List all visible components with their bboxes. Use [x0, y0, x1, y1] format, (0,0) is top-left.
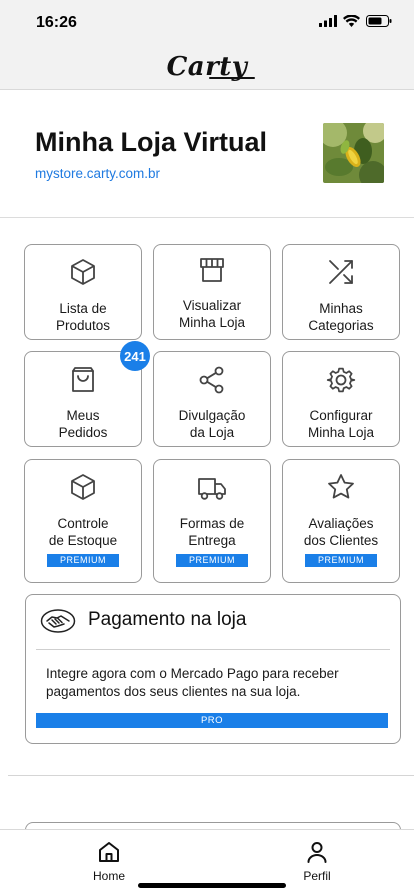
tile-label: Visualizar Minha Loja — [178, 298, 246, 330]
tile-view-store[interactable]: Visualizar Minha Loja — [153, 244, 271, 340]
tile-store-promotion[interactable]: Divulgação da Loja — [153, 351, 271, 447]
status-bar: 16:26 — [0, 0, 414, 44]
tab-profile[interactable]: Perfil — [287, 840, 347, 883]
tile-label: Controle de Estoque — [48, 516, 118, 548]
share-icon — [199, 366, 224, 394]
status-icons — [319, 15, 392, 27]
box-icon — [71, 474, 95, 500]
tile-stock-control[interactable]: Controle de Estoque PREMIUM — [24, 459, 142, 583]
app-logo: Carty — [167, 52, 256, 82]
tile-delivery-methods[interactable]: Formas de Entrega PREMIUM — [153, 459, 271, 583]
tile-customer-reviews[interactable]: Avaliações dos Clientes PREMIUM — [282, 459, 400, 583]
tile-label: Minhas Categorias — [308, 301, 374, 333]
tile-label: Avaliações dos Clientes — [303, 516, 379, 548]
logo-underline — [208, 76, 256, 79]
truck-icon — [198, 478, 226, 500]
store-url-link[interactable]: mystore.carty.com.br — [35, 166, 160, 181]
store-logo-image[interactable] — [323, 123, 384, 183]
home-icon — [99, 842, 119, 862]
store-summary: Minha Loja Virtual mystore.carty.com.br — [0, 90, 414, 218]
store-title: Minha Loja Virtual — [35, 127, 268, 157]
gear-icon — [326, 367, 356, 393]
tile-categories[interactable]: Minhas Categorias — [282, 244, 400, 340]
orders-count-badge: 241 — [120, 341, 150, 371]
star-icon — [328, 474, 354, 499]
box-icon — [71, 259, 95, 285]
storefront-icon — [200, 258, 224, 282]
cellular-signal-icon — [319, 15, 337, 27]
handshake-icon — [40, 609, 76, 633]
tile-label: Meus Pedidos — [58, 408, 108, 440]
payment-card-description: Integre agora com o Mercado Pago para re… — [46, 666, 339, 699]
section-divider — [8, 775, 414, 776]
payment-card-title: Pagamento na loja — [88, 609, 247, 630]
user-icon — [307, 842, 327, 863]
home-indicator — [138, 883, 286, 888]
bottom-tab-bar: Home Perfil — [0, 829, 414, 888]
tile-label: Configurar Minha Loja — [307, 408, 375, 440]
battery-icon — [366, 15, 392, 27]
tile-store-settings[interactable]: Configurar Minha Loja — [282, 351, 400, 447]
shopping-bag-icon — [72, 367, 94, 392]
pro-badge: PRO — [36, 713, 388, 728]
tab-home[interactable]: Home — [79, 840, 139, 883]
tile-label: Formas de Entrega — [179, 516, 245, 548]
payment-in-store-card[interactable]: Pagamento na loja Integre agora com o Me… — [25, 594, 401, 744]
premium-badge: PREMIUM — [305, 554, 377, 567]
premium-badge: PREMIUM — [176, 554, 248, 567]
tile-label: Divulgação da Loja — [178, 408, 246, 440]
tile-label: Lista de Produtos — [55, 301, 111, 333]
wifi-icon — [343, 15, 360, 27]
tab-profile-label: Perfil — [303, 869, 331, 883]
shuffle-icon — [329, 260, 353, 284]
app-header: Carty — [0, 44, 414, 90]
premium-badge: PREMIUM — [47, 554, 119, 567]
tab-home-label: Home — [92, 869, 125, 883]
payment-card-divider — [36, 649, 390, 650]
tile-product-list[interactable]: Lista de Produtos — [24, 244, 142, 340]
status-time: 16:26 — [36, 14, 77, 31]
